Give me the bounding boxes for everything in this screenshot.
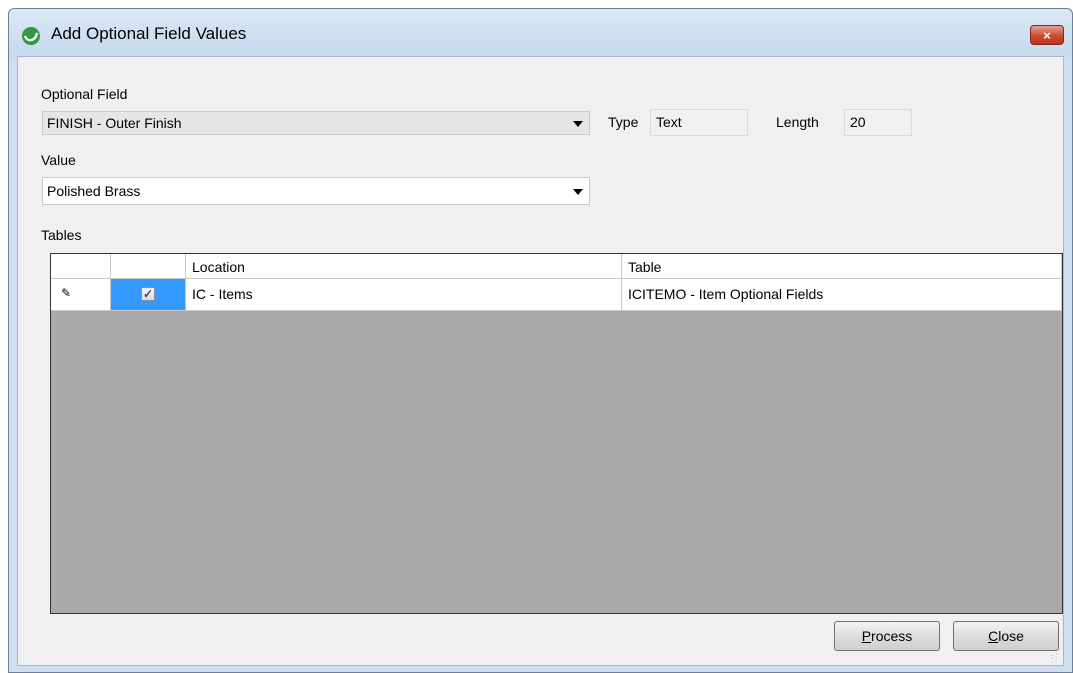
length-field: 20 [844,109,912,136]
type-label: Type [608,114,639,130]
optional-field-combo[interactable]: FINISH - Outer Finish [42,111,590,135]
value-value: Polished Brass [47,183,141,199]
table-row-location-cell[interactable]: IC - Items [186,279,622,311]
chevron-down-icon[interactable] [573,189,583,195]
close-icon: × [1043,27,1051,43]
include-checkbox[interactable]: ✓ [141,287,155,301]
dialog-window: Add Optional Field Values × Optional Fie… [8,8,1073,673]
checkmark-icon: ✓ [142,287,154,301]
table-row-include-cell[interactable]: ✓ [111,279,186,311]
edit-pencil-icon: ✎ [61,286,72,300]
type-field: Text [650,109,748,136]
window-close-button[interactable]: × [1030,25,1064,45]
value-label: Value [41,152,76,168]
optional-field-label: Optional Field [41,86,128,102]
resize-grip-icon[interactable]: ·::· [1051,651,1061,665]
type-value: Text [656,114,682,130]
tables-grid[interactable]: Location Table ✎ ✓ IC - Items ICITEMO - … [50,253,1063,614]
grid-header-include[interactable] [111,254,186,279]
process-mnemonic: P [861,628,872,644]
row-header[interactable]: ✎ [51,279,111,311]
table-row-location: IC - Items [192,286,253,302]
value-combo[interactable]: Polished Brass [42,177,590,205]
length-label: Length [776,114,819,130]
close-label: lose [998,628,1024,644]
sage-app-icon [22,27,40,45]
window-title: Add Optional Field Values [51,24,247,43]
table-row-table: ICITEMO - Item Optional Fields [628,286,824,302]
process-button[interactable]: Process [834,621,940,651]
tables-label: Tables [41,227,82,243]
chevron-down-icon[interactable] [573,121,583,127]
title-bar[interactable]: Add Optional Field Values × [9,9,1072,57]
optional-field-value: FINISH - Outer Finish [47,115,182,131]
grid-header-table[interactable]: Table [622,254,1062,279]
process-label: rocess [871,628,913,644]
close-button[interactable]: Close [953,621,1059,651]
table-row-table-cell[interactable]: ICITEMO - Item Optional Fields [622,279,1062,311]
grid-header-table-label: Table [628,259,662,275]
grid-header-location-label: Location [192,259,245,275]
dialog-body: Optional Field FINISH - Outer Finish Typ… [17,56,1064,666]
close-mnemonic: C [988,628,999,644]
grid-header-location[interactable]: Location [186,254,622,279]
grid-header-rowheader [51,254,111,279]
length-value: 20 [850,114,866,130]
